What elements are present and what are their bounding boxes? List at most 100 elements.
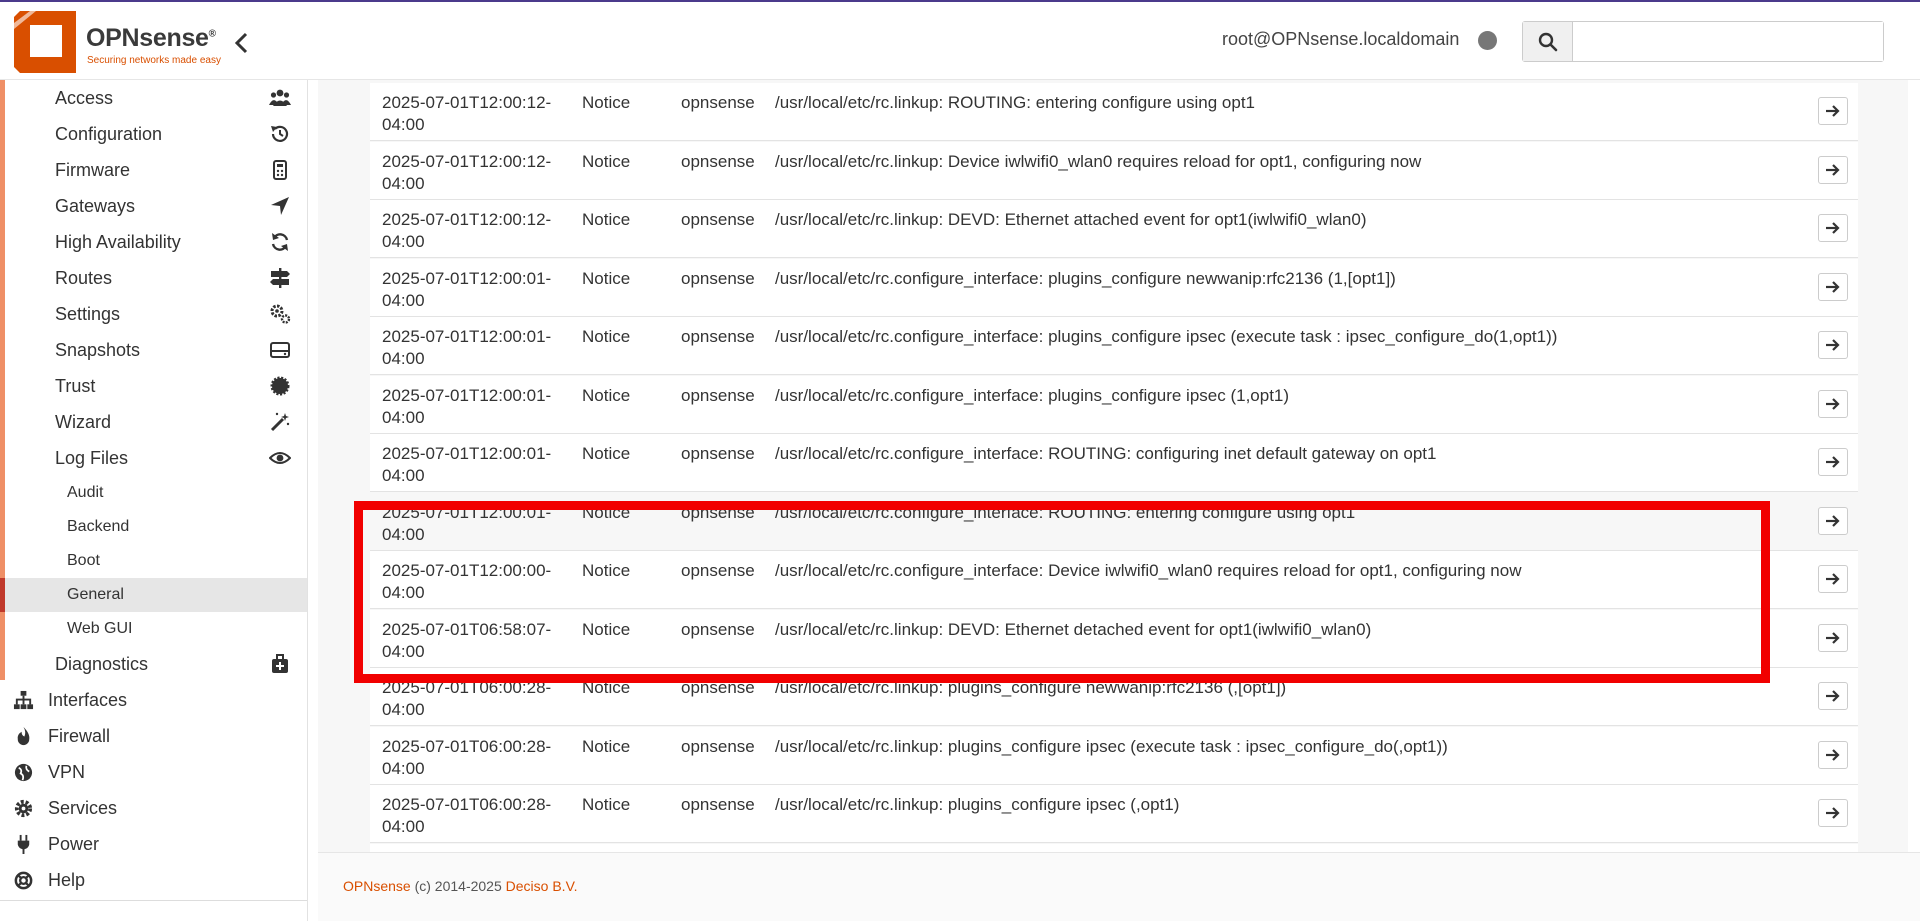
- sidebar-item-label: Diagnostics: [55, 653, 149, 674]
- sidebar-item-snapshots[interactable]: Snapshots: [5, 332, 307, 368]
- cogs-icon: [270, 304, 291, 324]
- sidebar-item-access[interactable]: Access: [5, 80, 307, 116]
- sidebar-item-firewall[interactable]: Firewall: [0, 718, 307, 754]
- row-detail-button[interactable]: [1818, 623, 1848, 652]
- row-detail-button[interactable]: [1818, 331, 1848, 359]
- arrow-right-icon: [1826, 807, 1840, 819]
- table-row[interactable]: 2025-07-01T06:58:07- 04:00 Notice opnsense /…: [370, 609, 1858, 668]
- sidebar-item-label: Boot: [67, 552, 100, 569]
- users-icon: [269, 89, 291, 106]
- sidebar-item-diagnostics[interactable]: Diagnostics: [5, 646, 307, 682]
- table-row[interactable]: 2025-07-01T06:00:28-04:00Noticeopnsense/…: [370, 726, 1858, 785]
- sidebar-item-label: Services: [48, 797, 118, 818]
- sidebar-log-audit[interactable]: Audit: [5, 476, 307, 510]
- row-detail-button[interactable]: [1818, 97, 1848, 125]
- row-detail-button[interactable]: [1818, 272, 1848, 301]
- calculator-icon: [273, 160, 287, 180]
- arrow-right-icon: [1826, 514, 1840, 527]
- log-time-offset: 04:00: [382, 349, 425, 368]
- sidebar-item-label: Firewall: [48, 725, 111, 746]
- sidebar-log-web-gui[interactable]: Web GUI: [5, 612, 307, 646]
- log-message-cell: /usr/local/etc/rc.linkup: plugins_config…: [775, 736, 1448, 756]
- log-process-cell: opnsense: [681, 502, 755, 522]
- row-detail-button[interactable]: [1818, 565, 1848, 593]
- sidebar-item-trust[interactable]: Trust: [5, 368, 307, 404]
- status-indicator-icon[interactable]: [1478, 31, 1497, 50]
- sidebar-item-routes[interactable]: Routes: [5, 260, 307, 296]
- log-time-date: 2025-07-01T12:00:00-: [382, 561, 552, 580]
- table-row[interactable]: 2025-07-01T06:00:28-04:00Noticeopnsense/…: [370, 668, 1858, 726]
- log-message-cell: /usr/local/etc/rc.linkup: plugins_config…: [775, 795, 1180, 814]
- log-message-cell: /usr/local/etc/rc.linkup: ROUTING: enter…: [775, 93, 1255, 112]
- table-row[interactable]: 2025-07-01T06:00:28-04:00Noticeopnsense/…: [370, 843, 1858, 852]
- row-detail-button[interactable]: [1818, 155, 1848, 184]
- row-detail-button[interactable]: [1818, 740, 1848, 769]
- row-detail-button[interactable]: [1818, 389, 1848, 418]
- sidebar-item-wizard[interactable]: Wizard: [5, 404, 307, 440]
- log-severity-cell: Notice: [582, 795, 631, 814]
- sidebar-log-general[interactable]: General: [0, 578, 307, 612]
- page-footer: OPNsense (c) 2014-2025 Deciso B.V.: [318, 852, 1920, 921]
- certificate-icon: [270, 376, 290, 396]
- table-row[interactable]: 2025-07-01T12:00:12- 04:00 Notice opnsense /…: [370, 83, 1858, 141]
- row-detail-button[interactable]: [1818, 448, 1848, 476]
- row-detail-button[interactable]: [1818, 799, 1848, 827]
- sidebar-item-high-availability[interactable]: High Availability: [5, 224, 307, 260]
- sidebar-item-configuration[interactable]: Configuration: [5, 116, 307, 152]
- sidebar-item-label: Access: [55, 87, 114, 108]
- user-account[interactable]: root@OPNsense.localdomain: [1222, 29, 1459, 50]
- sidebar-item-vpn[interactable]: VPN: [0, 754, 307, 790]
- log-time-cell: 2025-07-01T12:00:12- 04:00: [382, 92, 562, 136]
- table-row[interactable]: 2025-07-01T12:00:01- 04:00 Notice opnsense /…: [370, 492, 1858, 551]
- log-time-date: 2025-07-01T06:00:28-: [382, 736, 552, 756]
- table-row[interactable]: 2025-07-01T12:00:01- 04:00 Notice opnsense /…: [370, 434, 1858, 492]
- log-time-cell: 2025-07-01T12:00:01- 04:00: [382, 385, 562, 429]
- arrow-right-icon: [1826, 339, 1840, 351]
- sidebar-item-interfaces[interactable]: Interfaces: [0, 682, 307, 718]
- sidebar-item-gateways[interactable]: Gateways: [5, 188, 307, 224]
- row-detail-button[interactable]: [1818, 214, 1848, 242]
- log-time-date: 2025-07-01T06:58:07-: [382, 619, 552, 639]
- arrow-right-icon: [1826, 397, 1840, 410]
- lifebuoy-icon: [14, 871, 33, 890]
- sidebar-log-boot[interactable]: Boot: [5, 544, 307, 578]
- search-button[interactable]: [1523, 22, 1573, 61]
- log-time-date: 2025-07-01T06:00:28-: [382, 678, 552, 697]
- sidebar-item-label: Configuration: [55, 123, 163, 144]
- table-row[interactable]: 2025-07-01T12:00:01- 04:00 Notice opnsense /…: [370, 317, 1858, 375]
- row-detail-button[interactable]: [1818, 682, 1848, 710]
- table-row[interactable]: 2025-07-01T12:00:01- 04:00 Notice opnsense /…: [370, 375, 1858, 434]
- footer-brand-link[interactable]: OPNsense: [343, 878, 411, 894]
- sidebar-item-label: Trust: [55, 375, 96, 396]
- table-row[interactable]: 2025-07-01T06:00:28-04:00Noticeopnsense/…: [370, 785, 1858, 843]
- sidebar-log-backend[interactable]: Backend: [5, 510, 307, 544]
- log-severity-cell: Notice: [582, 502, 631, 522]
- sidebar-item-firmware[interactable]: Firmware: [5, 152, 307, 188]
- log-process-cell: opnsense: [681, 327, 755, 346]
- table-row[interactable]: 2025-07-01T12:00:12- 04:00 Notice opnsense /…: [370, 141, 1858, 200]
- search-input[interactable]: [1574, 22, 1883, 61]
- log-message-cell: /usr/local/etc/rc.configure_interface: p…: [775, 385, 1290, 405]
- log-time-date: 2025-07-01T12:00:12-: [382, 210, 552, 229]
- row-detail-button[interactable]: [1818, 506, 1848, 535]
- log-time-date: 2025-07-01T12:00:01-: [382, 268, 552, 288]
- sidebar-item-services[interactable]: Services: [0, 790, 307, 826]
- table-row[interactable]: 2025-07-01T12:00:12- 04:00 Notice opnsense /…: [370, 200, 1858, 258]
- sidebar-item-settings[interactable]: Settings: [5, 296, 307, 332]
- log-time-date: 2025-07-01T06:00:28-: [382, 795, 552, 814]
- collapse-sidebar-chevron-icon[interactable]: [230, 26, 254, 60]
- sidebar-item-label: General: [67, 586, 124, 603]
- sidebar-item-help[interactable]: Help: [0, 862, 307, 898]
- log-severity-cell: Notice: [582, 151, 631, 171]
- table-row[interactable]: 2025-07-01T12:00:00- 04:00 Notice opnsense /…: [370, 551, 1858, 609]
- log-severity-cell: Notice: [582, 210, 631, 229]
- table-row[interactable]: 2025-07-01T12:00:01- 04:00 Notice opnsense /…: [370, 258, 1858, 317]
- opnsense-logo-icon[interactable]: [14, 11, 76, 73]
- magic-icon: [270, 412, 290, 432]
- history-icon: [271, 125, 289, 142]
- gear-icon: [14, 799, 33, 818]
- sidebar-item-power[interactable]: Power: [0, 826, 307, 862]
- sidebar-item-label: Log Files: [55, 447, 129, 468]
- footer-company-link[interactable]: Deciso B.V.: [506, 878, 578, 894]
- sidebar-item-log-files[interactable]: Log Files: [5, 440, 307, 476]
